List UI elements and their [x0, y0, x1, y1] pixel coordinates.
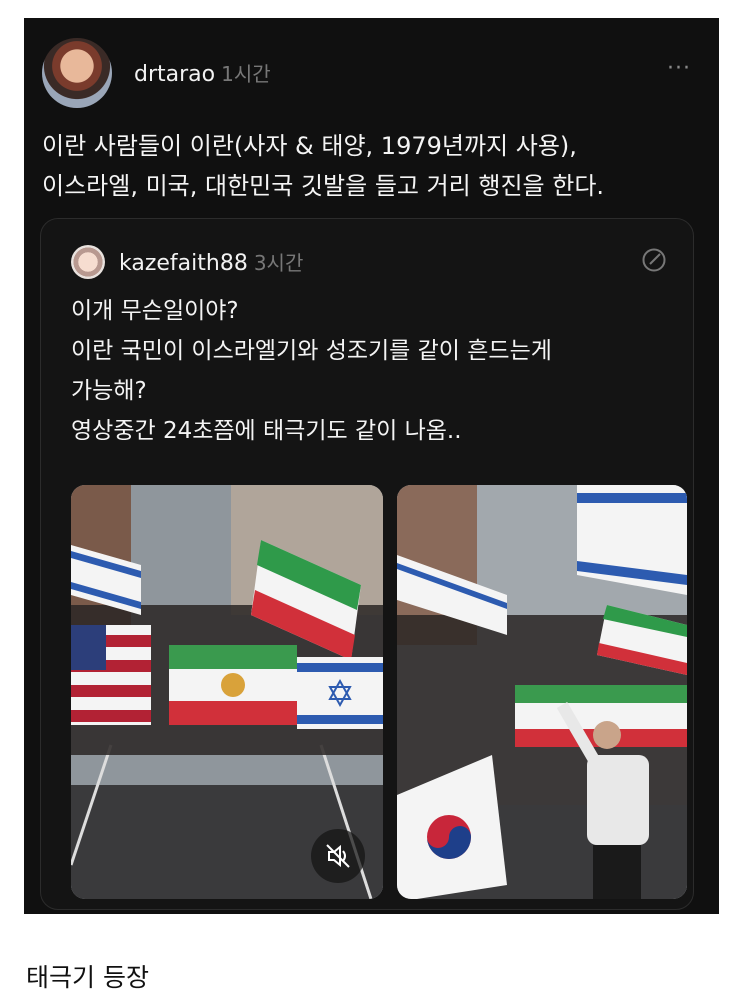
quoted-username[interactable]: kazefaith88 [119, 251, 248, 276]
mute-icon[interactable] [311, 829, 365, 883]
quoted-line: 영상중간 24초쯤에 태극기도 같이 나옴.. [71, 418, 462, 444]
post-line: 이스라엘, 미국, 대한민국 깃발을 들고 거리 행진을 한다. [42, 172, 605, 200]
protest-scene-image [397, 485, 687, 899]
caption: 태극기 등장 [26, 963, 149, 992]
edit-icon[interactable] [641, 247, 667, 273]
quoted-line: 이란 국민이 이스라엘기와 성조기를 같이 흔드는게 [71, 338, 552, 364]
post-time: 1시간 [221, 62, 271, 86]
post-header: drtarao 1시간 [134, 58, 271, 87]
avatar[interactable] [42, 38, 112, 108]
post-text: 이란 사람들이 이란(사자 & 태양, 1979년까지 사용), 이스라엘, 미… [42, 126, 702, 206]
post-line: 이란 사람들이 이란(사자 & 태양, 1979년까지 사용), [42, 132, 577, 160]
more-options-icon[interactable]: ··· [667, 56, 691, 81]
quoted-post[interactable]: kazefaith88 3시간 이개 무슨일이야? 이란 국민이 이스라엘기와 성… [40, 218, 694, 910]
quoted-time: 3시간 [253, 251, 304, 275]
username[interactable]: drtarao [134, 62, 215, 87]
video-thumbnail[interactable] [397, 485, 687, 899]
video-thumbnail[interactable] [71, 485, 383, 899]
israel-flag-banner [297, 657, 383, 729]
quoted-line: 이개 무슨일이야? [71, 298, 239, 324]
quoted-text: 이개 무슨일이야? 이란 국민이 이스라엘기와 성조기를 같이 흔드는게 가능해… [71, 291, 671, 451]
quoted-header: kazefaith88 3시간 [119, 247, 303, 276]
us-flag [71, 625, 151, 725]
iran-lion-sun-banner [169, 645, 297, 725]
post-card: drtarao 1시간 ··· 이란 사람들이 이란(사자 & 태양, 1979년… [24, 18, 719, 914]
quoted-avatar[interactable] [71, 245, 105, 279]
quoted-line: 가능해? [71, 378, 147, 404]
